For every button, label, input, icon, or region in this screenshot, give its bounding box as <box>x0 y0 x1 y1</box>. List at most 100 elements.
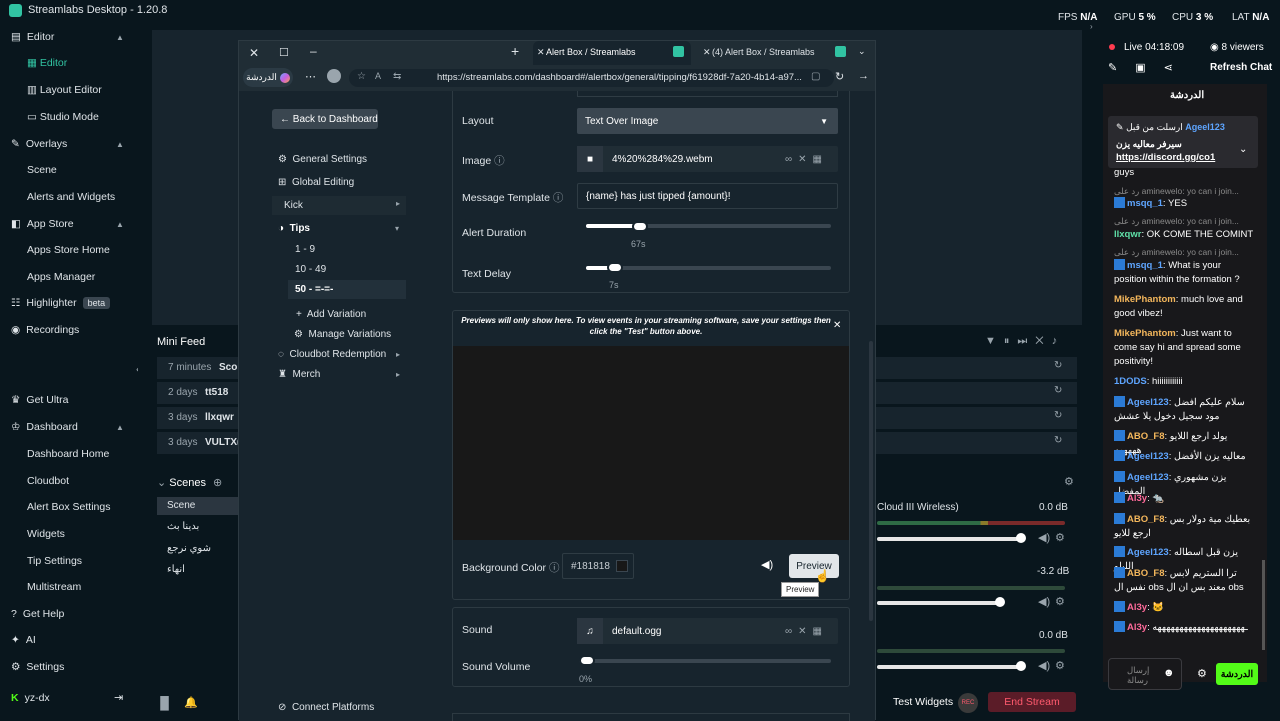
image-field[interactable]: ■ 4%20%284%29.webm ∞✕▦ <box>577 146 838 172</box>
sound-field[interactable]: ♫ default.ogg ∞✕▦ <box>577 618 838 644</box>
speaker-icon[interactable]: ◀) <box>1038 531 1050 544</box>
minimize-icon[interactable]: – <box>310 44 317 58</box>
forward-arrow-icon[interactable]: → <box>858 70 869 82</box>
read-aloud-icon[interactable]: A <box>375 71 381 81</box>
page-scrollbar[interactable] <box>869 341 873 621</box>
bg-color-input[interactable]: #181818 <box>562 553 634 579</box>
nav-editor-section[interactable]: ▤ Editor <box>11 31 54 43</box>
chat-input[interactable]: إرسال رسالة ☻ <box>1108 658 1182 690</box>
expand-chevron-icon[interactable]: › <box>1090 22 1093 31</box>
nav-dashboard-section[interactable]: ♔ Dashboard <box>11 421 78 433</box>
grid-icon[interactable]: ▦ <box>813 626 828 637</box>
copy-icon[interactable]: ▣ <box>1135 62 1163 74</box>
logout-icon[interactable]: ⇥ <box>114 691 123 704</box>
pinned-link[interactable]: https://discord.gg/co1 <box>1116 152 1215 163</box>
mixer-volume-knob[interactable] <box>1016 661 1026 671</box>
scene-item[interactable]: انهاء <box>167 564 185 575</box>
settings-menu-tips[interactable]: ◑ Tips <box>278 223 310 234</box>
test-widgets-button[interactable]: Test Widgets <box>893 696 953 708</box>
nav-settings[interactable]: ⚙ Settings <box>11 661 64 673</box>
profile-avatar[interactable] <box>327 69 341 83</box>
close-tab-icon[interactable]: ✕ <box>537 47 545 58</box>
tab-list-chevron-icon[interactable]: ⌄ <box>858 46 866 57</box>
mute-icon[interactable]: ✕ <box>1035 335 1051 347</box>
image-actions[interactable]: ∞✕▦ <box>785 154 828 165</box>
clear-icon[interactable]: ✕ <box>798 154 812 165</box>
settings-menu-cloudbot[interactable]: ◌ Cloudbot Redemption <box>278 349 386 360</box>
reload-icon[interactable]: ↻ <box>835 70 844 83</box>
settings-menu-merch[interactable]: ♜ Merch <box>278 369 320 380</box>
mixer-settings-icon[interactable]: ⚙ <box>1055 531 1065 544</box>
sound-actions[interactable]: ∞✕▦ <box>785 626 828 637</box>
mixer-settings-icon[interactable]: ⚙ <box>1055 659 1065 672</box>
delay-slider-knob[interactable] <box>607 262 623 273</box>
favorite-star-icon[interactable]: ☆ <box>357 71 366 82</box>
scene-item[interactable]: بدينا بث <box>167 521 199 532</box>
color-swatch[interactable] <box>616 560 628 572</box>
pause-icon[interactable]: ⏸ <box>1004 335 1018 347</box>
browser-tab-active[interactable]: ✕ Alert Box / Streamlabs <box>533 41 691 65</box>
skip-icon[interactable]: ⏭ <box>1017 335 1035 347</box>
back-to-dashboard-button[interactable]: ← Back to Dashboard <box>272 109 378 129</box>
nav-item-cloudbot[interactable]: Cloudbot <box>27 475 69 487</box>
replay-icon[interactable]: ↻ <box>1054 410 1062 421</box>
nav-item-tip-settings[interactable]: Tip Settings <box>27 555 82 567</box>
emoji-icon[interactable]: ☻ <box>1163 667 1175 679</box>
nav-item-studio-mode[interactable]: ▭ Studio Mode <box>27 111 99 123</box>
message-template-input[interactable]: {name} has just tipped {amount}! <box>577 183 838 209</box>
copilot-button[interactable]: الدردشة <box>243 68 293 87</box>
preview-button[interactable]: Preview <box>789 554 839 578</box>
nav-item-dashboard-home[interactable]: Dashboard Home <box>27 448 109 460</box>
chat-send-button[interactable]: الدردشة <box>1216 663 1258 685</box>
manage-variations-button[interactable]: ⚙ Manage Variations <box>294 329 391 340</box>
mixer-settings-icon[interactable]: ⚙ <box>1055 595 1065 608</box>
nav-item-apps-store-home[interactable]: Apps Store Home <box>27 244 110 256</box>
scene-item[interactable]: شوي نرجع <box>167 543 211 554</box>
nav-overlays-section[interactable]: ✎ Overlays <box>11 138 67 150</box>
stats-icon[interactable]: ▐▌ <box>156 696 173 710</box>
info-icon[interactable]: ⓘ <box>553 192 564 204</box>
close-tab-icon[interactable]: ✕ <box>703 47 711 58</box>
nav-item-alerts-widgets[interactable]: Alerts and Widgets <box>27 191 115 203</box>
tips-variation[interactable]: 1 - 9 <box>295 244 315 255</box>
chevron-down-icon[interactable]: ⌄ <box>1239 144 1247 155</box>
volume-icon[interactable]: ♪ <box>1052 335 1066 347</box>
tips-variation-active[interactable]: 50 - =-=- <box>288 280 406 299</box>
speaker-icon[interactable]: ◀) <box>1038 659 1050 672</box>
new-tab-icon[interactable]: + <box>511 43 519 59</box>
tips-variation[interactable]: 10 - 49 <box>295 264 326 275</box>
chevron-down-icon[interactable]: ⌄ <box>157 477 166 489</box>
scene-item-active[interactable]: Scene <box>157 497 239 515</box>
nav-user[interactable]: Kyz-dx <box>11 692 50 704</box>
more-icon[interactable]: ⋯ <box>305 70 316 83</box>
settings-menu-general[interactable]: ⚙ General Settings <box>278 154 367 165</box>
speaker-icon[interactable]: ◀) <box>1038 595 1050 608</box>
chat-tools[interactable]: ✎▣⋖ <box>1108 61 1191 74</box>
nav-recordings[interactable]: ◉ Recordings <box>11 324 79 336</box>
nav-get-ultra[interactable]: ♛ Get Ultra <box>11 394 68 406</box>
maximize-icon[interactable]: ☐ <box>279 46 289 59</box>
info-icon[interactable]: ⓘ <box>494 155 505 167</box>
refresh-chat-button[interactable]: Refresh Chat <box>1210 62 1272 73</box>
duration-slider-knob[interactable] <box>632 221 648 232</box>
replay-icon[interactable]: ↻ <box>1054 385 1062 396</box>
connect-platforms-link[interactable]: ⊘ Connect Platforms <box>278 702 374 713</box>
mixer-volume-knob[interactable] <box>995 597 1005 607</box>
link-icon[interactable]: ∞ <box>785 626 798 637</box>
nav-item-widgets[interactable]: Widgets <box>27 528 65 540</box>
layout-select[interactable]: Text Over Image ▼ <box>577 108 838 134</box>
add-variation-button[interactable]: + Add Variation <box>296 309 366 320</box>
rec-button[interactable]: REC <box>958 693 978 713</box>
feed-controls[interactable]: ▼⏸⏭✕♪ <box>985 335 1065 348</box>
bell-icon[interactable]: 🔔 <box>184 696 198 709</box>
nav-item-apps-manager[interactable]: Apps Manager <box>27 271 95 283</box>
volume-slider-track[interactable] <box>579 659 831 663</box>
end-stream-button[interactable]: End Stream <box>988 692 1076 712</box>
nav-highlighter[interactable]: ☷ Highlighter beta <box>11 297 111 309</box>
nav-app-store-section[interactable]: ◧ App Store <box>11 218 74 230</box>
nav-item-alert-box-settings[interactable]: Alert Box Settings <box>27 501 110 513</box>
close-window-icon[interactable]: ✕ <box>249 46 259 60</box>
settings-menu-kick[interactable]: Kick ▸ <box>272 196 406 215</box>
replay-icon[interactable]: ↻ <box>1054 360 1062 371</box>
nav-get-help[interactable]: ? Get Help <box>11 608 64 620</box>
